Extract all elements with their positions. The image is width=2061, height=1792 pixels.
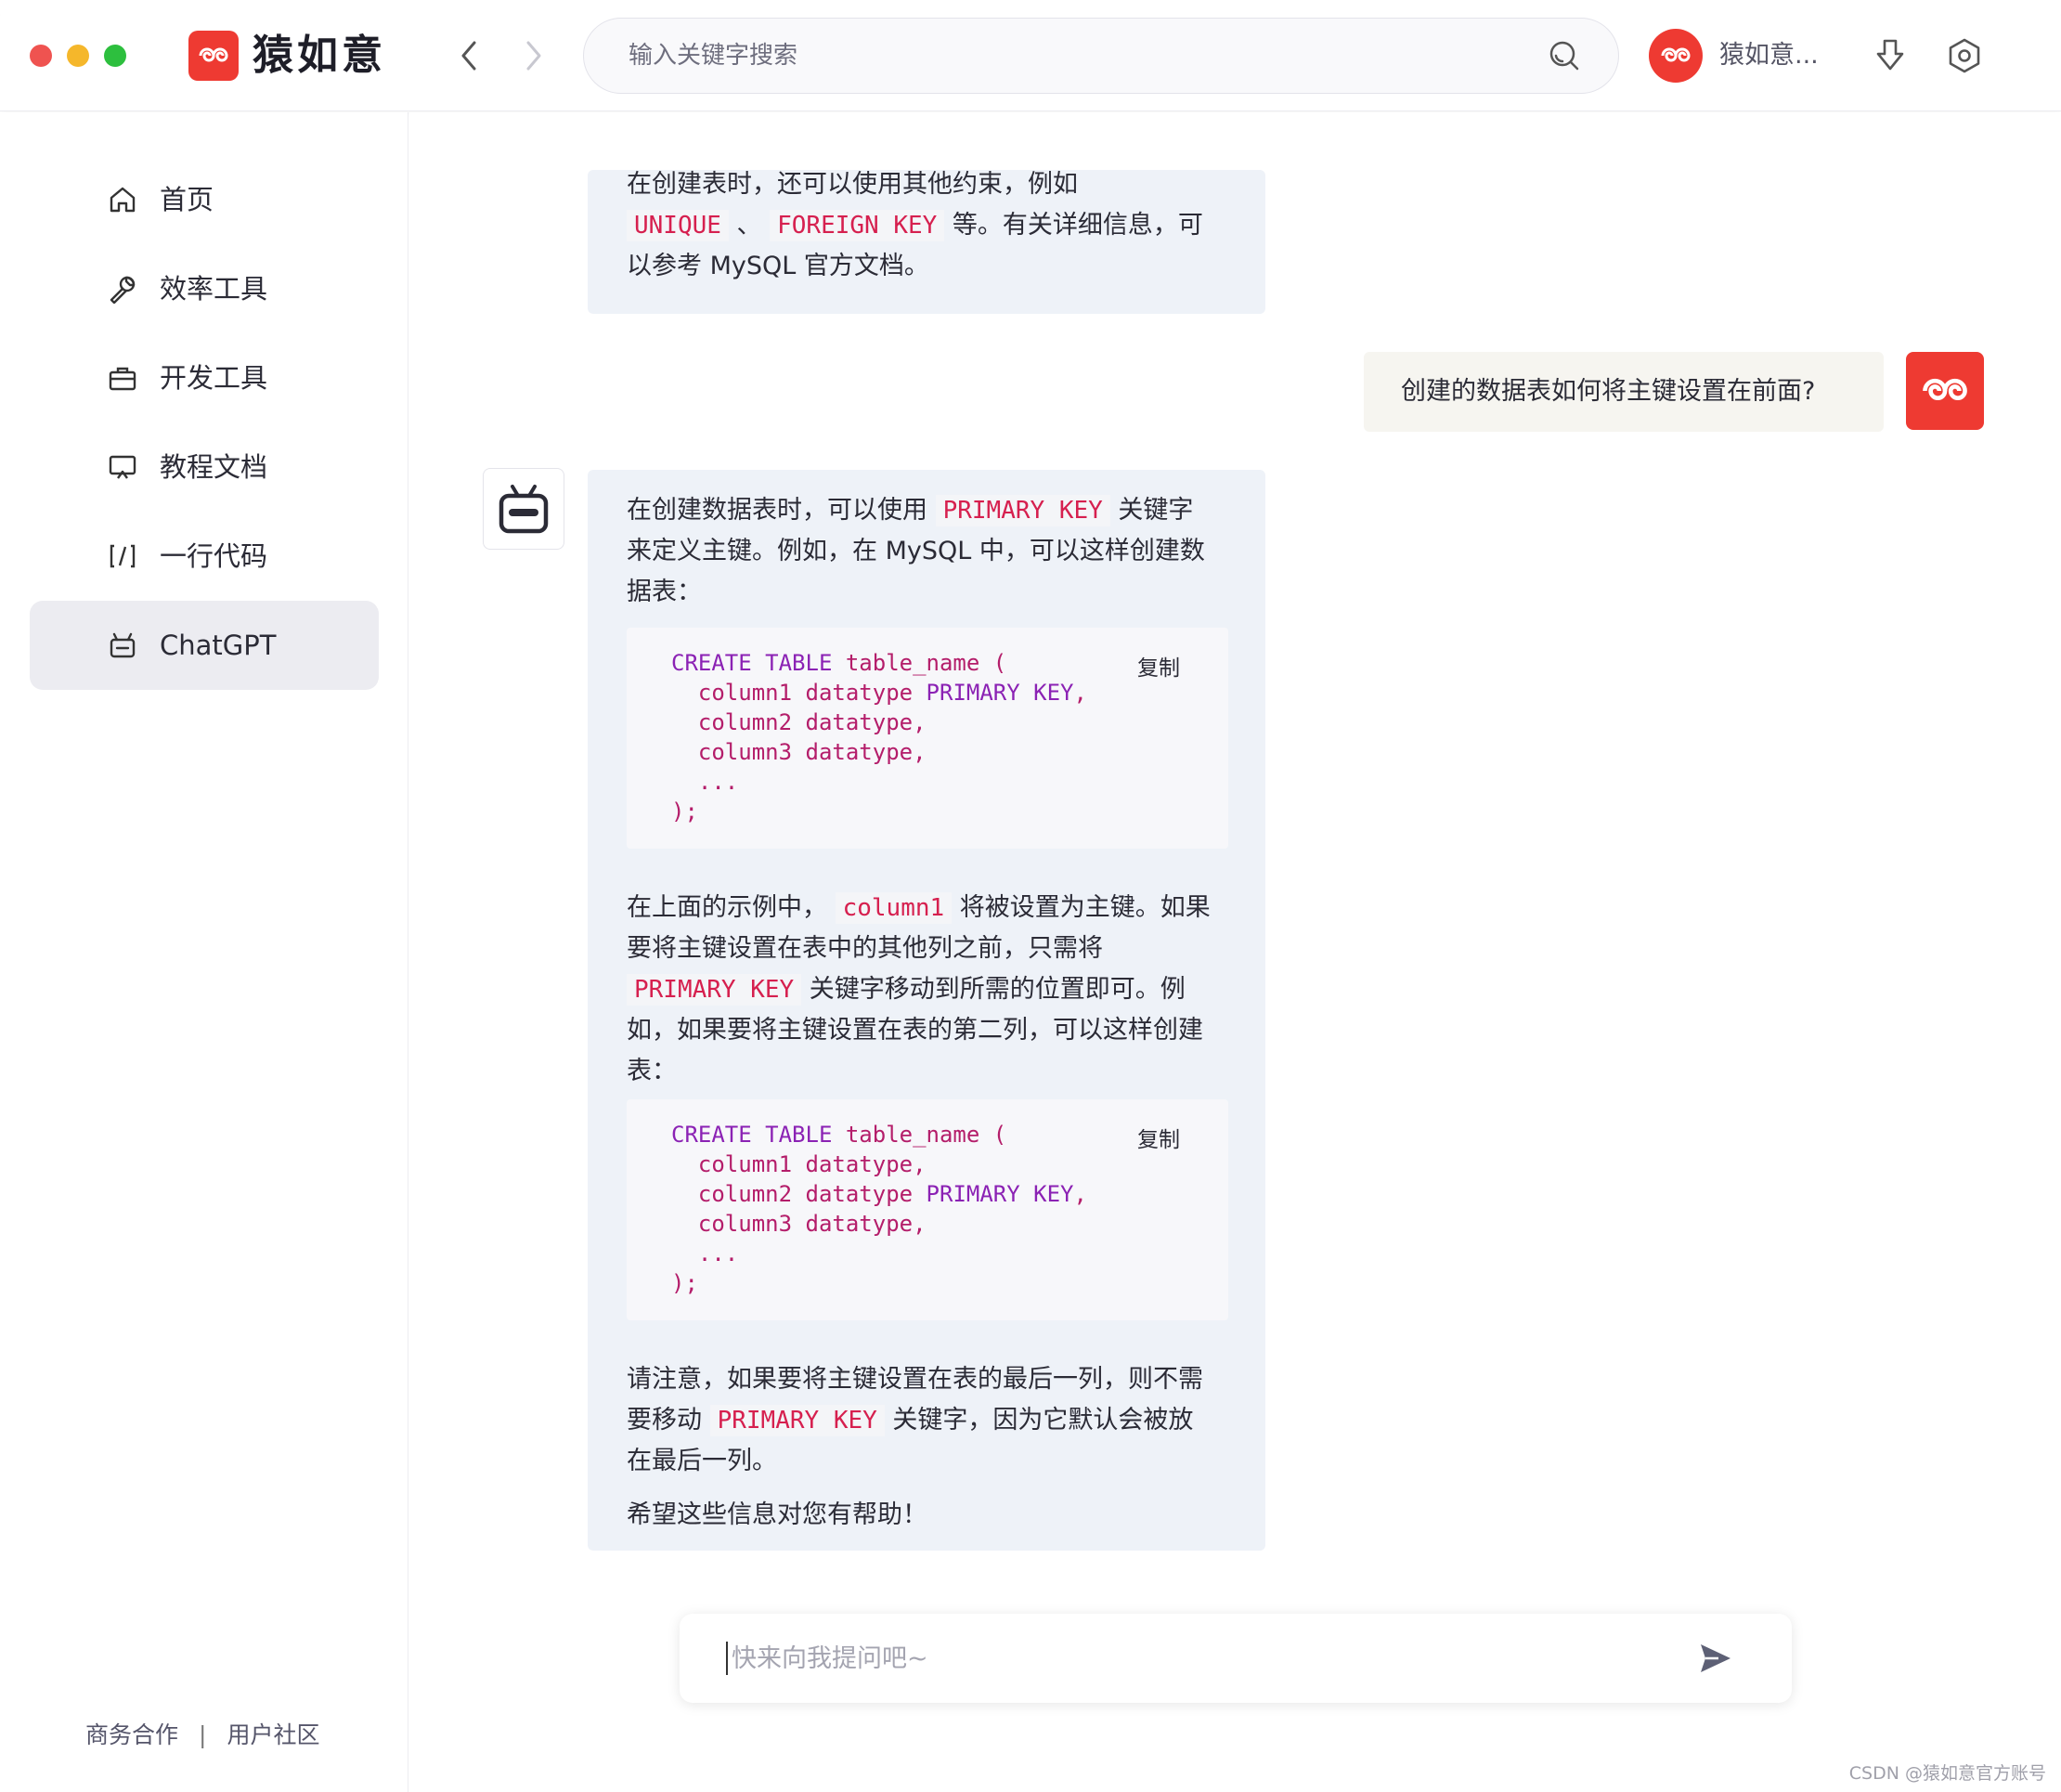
download-button[interactable]	[1868, 33, 1912, 78]
screen-icon	[106, 450, 139, 484]
inline-code: PRIMARY KEY	[935, 495, 1110, 526]
home-icon	[106, 183, 139, 216]
sidebar-item-docs[interactable]: 教程文档	[30, 422, 379, 512]
business-link[interactable]: 商务合作	[85, 1717, 178, 1754]
answer-text: 希望这些信息对您有帮助！	[627, 1500, 927, 1529]
answer-text: 、	[736, 211, 762, 240]
code-content: CREATE TABLE table_name ( column1 dataty…	[671, 1122, 1087, 1296]
copy-button[interactable]: 复制	[1137, 654, 1180, 683]
chevron-right-icon	[526, 41, 541, 71]
answer-text: 关键字移动到所需的位置即可。例	[809, 975, 1186, 1004]
code-content: CREATE TABLE table_name ( column1 dataty…	[671, 650, 1087, 825]
robot-icon	[106, 629, 139, 662]
sidebar-item-label: ChatGPT	[160, 630, 277, 661]
watermark: CSDN @猿如意官方账号	[1848, 1763, 2046, 1784]
sidebar-item-chatgpt[interactable]: ChatGPT	[30, 601, 379, 690]
app-title: 猿如意	[253, 32, 386, 79]
answer-text: 要移动	[627, 1406, 702, 1435]
sidebar-item-label: 教程文档	[160, 451, 268, 483]
inline-code: PRIMARY KEY	[709, 1405, 885, 1436]
answer-text: 以参考 MySQL 官方文档。	[627, 252, 929, 280]
inline-code: PRIMARY KEY	[627, 974, 802, 1006]
top-bar: 猿如意 猿如意...	[0, 0, 2061, 111]
send-icon	[1701, 1644, 1730, 1672]
minimize-window-button[interactable]	[67, 45, 89, 67]
bot-avatar	[483, 468, 564, 550]
search-input[interactable]	[629, 19, 1520, 93]
maximize-window-button[interactable]	[104, 45, 126, 67]
answer-text: 关键字	[1118, 496, 1194, 525]
answer-text: 如，如果要将主键设置在表的第二列，可以这样创建	[627, 1016, 1203, 1045]
answer-text: 表：	[627, 1057, 677, 1085]
sidebar-item-label: 一行代码	[160, 540, 268, 572]
answer-text: 据表：	[627, 578, 702, 606]
wrench-icon	[106, 272, 139, 305]
answer-text: 在创建数据表时，可以使用	[627, 496, 927, 525]
send-button[interactable]	[1697, 1640, 1734, 1677]
gear-icon	[1949, 38, 1980, 73]
app-window: 猿如意 猿如意... 首页	[0, 0, 2061, 1792]
inline-code: column1	[835, 892, 953, 924]
answer-text: 在最后一列。	[627, 1447, 777, 1475]
close-window-button[interactable]	[30, 45, 52, 67]
search-icon[interactable]	[1548, 39, 1581, 72]
answer-text: 将被设置为主键。如果	[959, 893, 1211, 922]
answer-text: 在上面的示例中，	[627, 893, 827, 922]
briefcase-icon	[106, 361, 139, 395]
sidebar-item-home[interactable]: 首页	[30, 155, 379, 244]
answer-text: 在创建表时，还可以使用其他约束，例如	[627, 170, 1078, 199]
sidebar-item-efficiency-tools[interactable]: 效率工具	[30, 244, 379, 333]
code-icon	[106, 539, 139, 573]
sidebar-item-label: 效率工具	[160, 273, 268, 305]
download-icon	[1876, 39, 1904, 71]
code-block: CREATE TABLE table_name ( column1 dataty…	[627, 1099, 1228, 1320]
chat-area: 在创建表时，还可以使用其他约束，例如 UNIQUE 、 FOREIGN KEY …	[409, 112, 2061, 1792]
user-avatar[interactable]	[1649, 29, 1703, 83]
forward-button[interactable]	[515, 37, 552, 74]
sidebar-item-label: 首页	[160, 184, 214, 215]
back-button[interactable]	[450, 37, 487, 74]
message-input[interactable]	[726, 1642, 1654, 1675]
answer-text: 请注意，如果要将主键设置在表的最后一列，则不需	[627, 1365, 1203, 1394]
previous-answer-bubble: 在创建表时，还可以使用其他约束，例如 UNIQUE 、 FOREIGN KEY …	[588, 170, 1265, 314]
answer-text: 关键字，因为它默认会被放	[892, 1406, 1194, 1435]
answer-text: 等。有关详细信息，可	[952, 211, 1203, 240]
robot-icon	[499, 485, 549, 534]
sidebar-item-dev-tools[interactable]: 开发工具	[30, 333, 379, 422]
user-question-bubble: 创建的数据表如何将主键设置在前面?	[1364, 352, 1884, 432]
sidebar-item-one-line-code[interactable]: 一行代码	[30, 512, 379, 601]
inline-code: FOREIGN KEY	[770, 210, 945, 241]
community-link[interactable]: 用户社区	[227, 1717, 319, 1754]
answer-bubble: 在创建数据表时，可以使用 PRIMARY KEY 关键字 来定义主键。例如，在 …	[588, 470, 1265, 1551]
code-block: CREATE TABLE table_name ( column1 dataty…	[627, 628, 1228, 849]
message-composer	[680, 1614, 1792, 1703]
answer-text: 来定义主键。例如，在 MySQL 中，可以这样创建数	[627, 537, 1205, 565]
user-chat-avatar	[1906, 352, 1984, 430]
app-logo-icon	[188, 31, 239, 81]
sidebar-item-label: 开发工具	[160, 362, 268, 394]
settings-button[interactable]	[1942, 33, 1987, 78]
sidebar: 首页 效率工具 开发工具 教程文档 一行代码 ChatGPT 商务合作 | 用户…	[0, 112, 408, 1792]
user-name[interactable]: 猿如意...	[1719, 35, 1819, 76]
chevron-left-icon	[461, 41, 476, 71]
answer-text: 要将主键设置在表中的其他列之前，只需将	[627, 934, 1103, 963]
question-text: 创建的数据表如何将主键设置在前面?	[1401, 377, 1816, 406]
footer-separator: |	[199, 1721, 207, 1748]
search-bar	[583, 18, 1619, 94]
sidebar-footer: 商务合作 | 用户社区	[85, 1717, 319, 1754]
copy-button[interactable]: 复制	[1137, 1125, 1180, 1155]
inline-code: UNIQUE	[627, 210, 729, 241]
